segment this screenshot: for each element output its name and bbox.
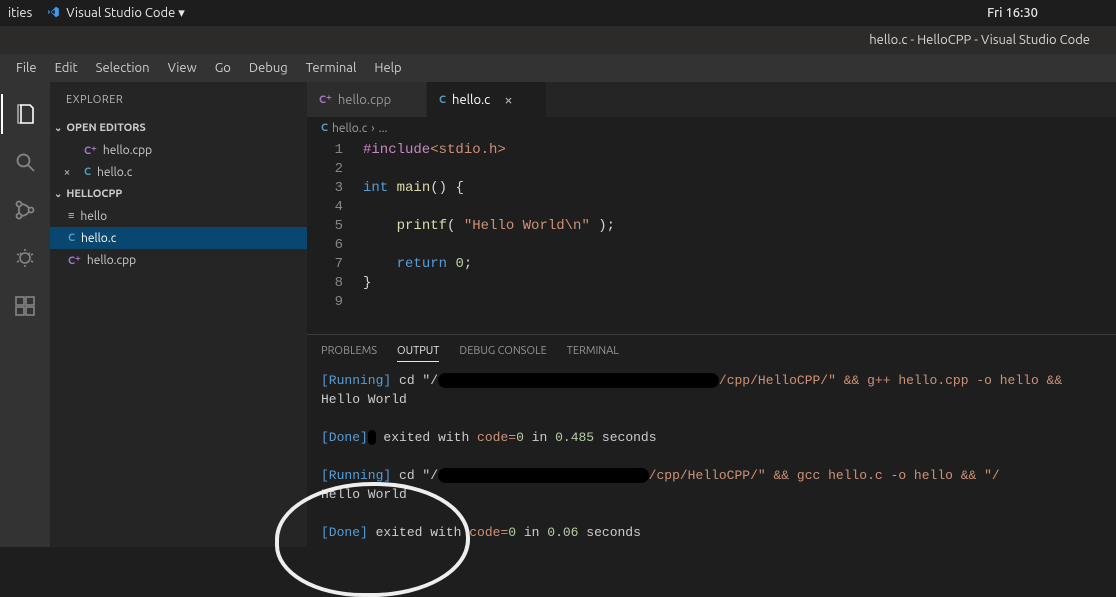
file-label: hello [80,210,107,223]
menu-selection[interactable]: Selection [88,57,158,79]
bottom-panel: PROBLEMS OUTPUT DEBUG CONSOLE TERMINAL [… [307,334,1116,547]
code-editor[interactable]: 123456789 #include<stdio.h> int main() {… [307,139,1116,334]
c-file-icon: C [68,232,75,244]
file-label: hello.c [97,166,132,179]
menu-help[interactable]: Help [366,57,409,79]
file-label: hello.cpp [87,254,136,267]
menu-debug[interactable]: Debug [241,57,296,79]
panel-tab-problems[interactable]: PROBLEMS [321,341,377,361]
cpp-file-icon: C⁺ [319,93,332,106]
tree-item-hello-cpp[interactable]: C⁺ hello.cpp [50,249,307,271]
menu-bar: File Edit Selection View Go Debug Termin… [0,54,1116,82]
tree-item-hello[interactable]: ≡ hello [50,205,307,227]
search-icon[interactable] [1,138,49,186]
binary-file-icon: ≡ [68,210,74,222]
breadcrumb-trail: ... [379,122,388,135]
window-title-bar: hello.c - HelloCPP - Visual Studio Code [0,26,1116,54]
tab-label: hello.cpp [338,93,391,107]
tab-hello-cpp[interactable]: C⁺ hello.cpp [307,82,427,117]
open-editor-item[interactable]: × C hello.c [50,161,307,183]
extensions-icon[interactable] [1,282,49,330]
cpp-file-icon: C⁺ [84,144,97,157]
panel-tab-debug-console[interactable]: DEBUG CONSOLE [459,341,546,361]
c-file-icon: C [84,166,91,178]
chevron-down-icon: ⌄ [54,188,62,200]
activity-bar [0,82,50,547]
editor-area: C⁺ hello.cpp C hello.c × C hello.c › ...… [307,82,1116,547]
c-file-icon: C [439,94,446,106]
tab-hello-c[interactable]: C hello.c × [427,82,547,117]
menu-view[interactable]: View [160,57,205,79]
explorer-icon[interactable] [1,90,49,138]
tree-item-hello-c[interactable]: C hello.c [50,227,307,249]
vscode-icon [46,5,60,22]
debug-icon[interactable] [1,234,49,282]
line-gutter: 123456789 [307,141,363,334]
project-header[interactable]: ⌄ HELLOCPP [50,183,307,205]
menu-file[interactable]: File [8,57,45,79]
gnome-top-bar: ities Visual Studio Code ▾ Fri 16:30 [0,0,1116,26]
app-menu[interactable]: Visual Studio Code ▾ [66,6,185,21]
sidebar-title: EXPLORER [50,82,307,117]
breadcrumbs[interactable]: C hello.c › ... [307,117,1116,139]
cpp-file-icon: C⁺ [68,254,81,267]
chevron-down-icon: ⌄ [54,122,62,134]
menu-terminal[interactable]: Terminal [298,57,365,79]
file-label: hello.cpp [103,144,152,157]
activities-label[interactable]: ities [8,6,32,20]
tab-label: hello.c [452,93,490,107]
output-body[interactable]: [Running] cd "/.xxxxxxxxxxxxxxxxxxxxxxxx… [307,367,1116,547]
menu-edit[interactable]: Edit [47,57,86,79]
chevron-down-icon: ▾ [178,6,185,21]
open-editors-header[interactable]: ⌄ OPEN EDITORS [50,117,307,139]
panel-tab-terminal[interactable]: TERMINAL [567,341,619,361]
source-control-icon[interactable] [1,186,49,234]
close-icon[interactable]: × [504,91,512,108]
code-content[interactable]: #include<stdio.h> int main() { printf( "… [363,141,1116,334]
tabs-row: C⁺ hello.cpp C hello.c × [307,82,1116,117]
c-file-icon: C [321,122,328,134]
file-label: hello.c [81,232,116,245]
panel-tab-output[interactable]: OUTPUT [397,341,439,362]
window-title: hello.c - HelloCPP - Visual Studio Code [869,33,1090,47]
breadcrumb-file: hello.c [332,122,367,135]
chevron-right-icon: › [371,122,374,135]
panel-tabs: PROBLEMS OUTPUT DEBUG CONSOLE TERMINAL [307,335,1116,367]
sidebar: EXPLORER ⌄ OPEN EDITORS C⁺ hello.cpp × C… [50,82,307,547]
open-editor-item[interactable]: C⁺ hello.cpp [50,139,307,161]
close-icon[interactable]: × [60,166,74,179]
clock: Fri 16:30 [987,6,1038,20]
menu-go[interactable]: Go [207,57,239,79]
